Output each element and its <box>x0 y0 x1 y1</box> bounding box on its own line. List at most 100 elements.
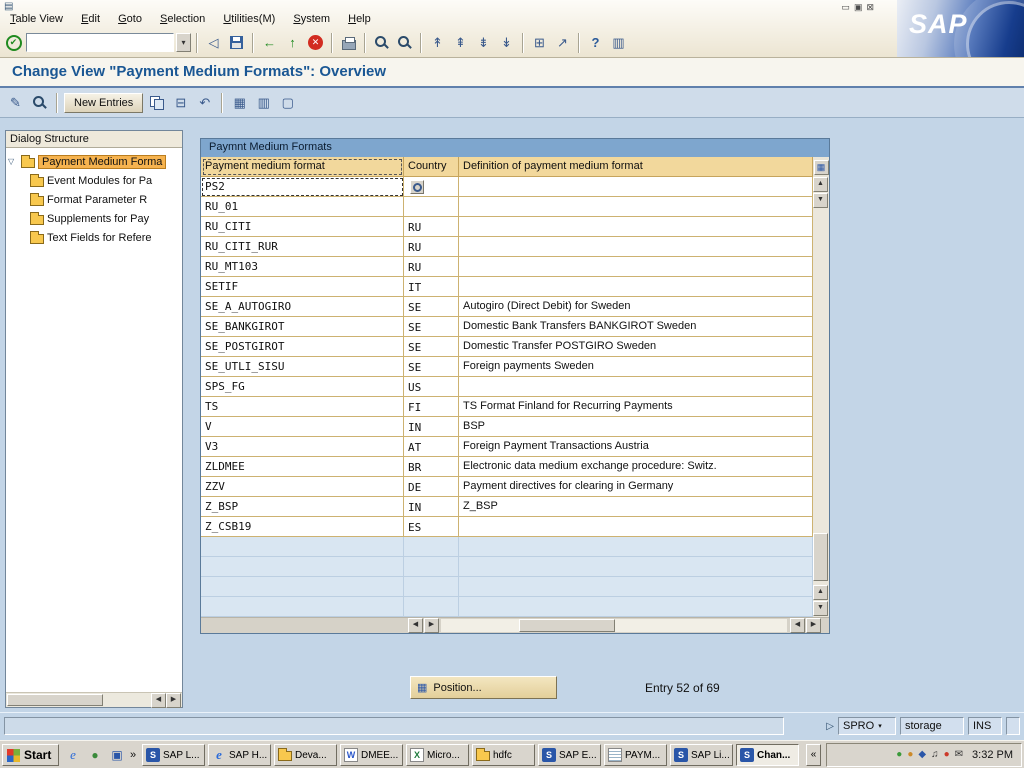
help-icon[interactable]: ? <box>585 32 606 53</box>
quick-launch-ie-icon[interactable]: e <box>64 746 82 764</box>
menu-table-view[interactable]: Table View <box>10 13 63 25</box>
definition-cell[interactable] <box>459 237 813 257</box>
table-horizontal-scrollbar[interactable]: ◀ ▶ ◀ ▶ <box>201 617 829 633</box>
country-cell[interactable]: SE <box>404 337 459 357</box>
tree-item-label[interactable]: Format Parameter R <box>47 194 147 206</box>
country-cell[interactable]: RU <box>404 257 459 277</box>
tree-root-label[interactable]: Payment Medium Forma <box>38 155 166 169</box>
select-block-icon[interactable]: ▥ <box>253 92 274 113</box>
definition-cell[interactable] <box>459 277 813 297</box>
definition-cell[interactable]: Autogiro (Direct Debit) for Sweden <box>459 297 813 317</box>
definition-cell[interactable] <box>459 257 813 277</box>
save-icon[interactable] <box>230 36 243 49</box>
toggle-display-change-icon[interactable]: ✎ <box>5 92 26 113</box>
definition-cell[interactable] <box>459 217 813 237</box>
format-cell[interactable]: RU_01 <box>201 197 404 217</box>
exit-icon[interactable]: ↑ <box>282 32 303 53</box>
scroll-down-icon[interactable]: ▼ <box>813 601 828 616</box>
page-down-icon[interactable]: ⇟ <box>473 32 494 53</box>
menu-utilities[interactable]: Utilities(M) <box>223 13 275 25</box>
table-vertical-scrollbar[interactable]: ▲ ▼ ▲ ▼ <box>813 177 829 617</box>
country-cell[interactable]: DE <box>404 477 459 497</box>
first-page-icon[interactable]: ↟ <box>427 32 448 53</box>
country-cell[interactable]: SE <box>404 297 459 317</box>
customize-layout-icon[interactable]: ▥ <box>608 32 629 53</box>
tray-antivirus-icon[interactable]: ● <box>907 749 913 761</box>
country-cell[interactable]: SE <box>404 357 459 377</box>
taskbar-collapse-icon[interactable]: « <box>806 744 821 766</box>
column-header-format[interactable]: Payment medium format <box>201 157 404 177</box>
format-cell[interactable]: SE_BANKGIROT <box>201 317 404 337</box>
scroll-left-icon[interactable]: ◀ <box>151 693 166 708</box>
column-header-definition[interactable]: Definition of payment medium format <box>459 157 813 177</box>
command-dropdown-icon[interactable]: ▾ <box>176 33 191 52</box>
format-cell[interactable]: V3 <box>201 437 404 457</box>
task-button-sap-list[interactable]: S SAP Li... <box>670 744 733 766</box>
find-next-icon[interactable] <box>398 36 411 49</box>
back-icon[interactable]: ← <box>259 32 280 53</box>
system-menu-icon[interactable]: ▤ <box>4 1 13 12</box>
country-cell[interactable] <box>404 197 459 217</box>
country-cell[interactable]: IN <box>404 417 459 437</box>
definition-cell[interactable]: BSP <box>459 417 813 437</box>
country-cell[interactable]: FI <box>404 397 459 417</box>
menu-edit[interactable]: Edit <box>81 13 100 25</box>
tree-item-supplements[interactable]: Supplements for Pay <box>30 209 180 228</box>
format-cell[interactable]: TS <box>201 397 404 417</box>
format-cell[interactable]: ZLDMEE <box>201 457 404 477</box>
country-cell[interactable]: RU <box>404 217 459 237</box>
tray-network-icon[interactable]: ◆ <box>918 749 926 761</box>
possible-entries-icon[interactable] <box>410 180 424 194</box>
task-button-hdfc-folder[interactable]: hdfc <box>472 744 535 766</box>
task-button-word[interactable]: W DMEE... <box>340 744 403 766</box>
scroll-right-icon[interactable]: ▶ <box>166 693 181 708</box>
scroll-right-icon[interactable]: ▶ <box>424 618 439 633</box>
tree-item-event-modules[interactable]: Event Modules for Pa <box>30 171 180 190</box>
quick-launch-messenger-icon[interactable]: ● <box>86 746 104 764</box>
definition-cell[interactable]: Foreign Payment Transactions Austria <box>459 437 813 457</box>
tree-item-label[interactable]: Supplements for Pay <box>47 213 149 225</box>
menu-goto[interactable]: Goto <box>118 13 142 25</box>
chevron-down-icon[interactable]: ▾ <box>878 722 882 730</box>
format-cell[interactable]: SPS_FG <box>201 377 404 397</box>
last-page-icon[interactable]: ↡ <box>496 32 517 53</box>
tree-item-format-parameters[interactable]: Format Parameter R <box>30 190 180 209</box>
scroll-down-icon[interactable]: ▼ <box>813 193 828 208</box>
country-cell[interactable]: IT <box>404 277 459 297</box>
new-entries-button[interactable]: New Entries <box>64 93 143 113</box>
country-cell[interactable]: RU <box>404 237 459 257</box>
tree-item-text-fields[interactable]: Text Fields for Refere <box>30 228 180 247</box>
tray-volume-icon[interactable]: ♫ <box>931 749 939 761</box>
menu-selection[interactable]: Selection <box>160 13 205 25</box>
column-header-country[interactable]: Country <box>404 157 459 177</box>
definition-cell[interactable] <box>459 377 813 397</box>
restore-icon[interactable]: ▣ <box>854 2 863 12</box>
enter-icon[interactable]: ✔ <box>6 35 22 51</box>
scrollbar-thumb[interactable] <box>7 694 103 706</box>
performance-arrow-icon[interactable]: ▷ <box>826 721 834 732</box>
country-cell[interactable]: AT <box>404 437 459 457</box>
format-cell[interactable]: RU_CITI <box>201 217 404 237</box>
format-cell[interactable]: Z_BSP <box>201 497 404 517</box>
format-cell[interactable]: SE_UTLI_SISU <box>201 357 404 377</box>
new-session-icon[interactable]: ⊞ <box>529 32 550 53</box>
format-cell[interactable]: RU_MT103 <box>201 257 404 277</box>
format-cell[interactable]: Z_CSB19 <box>201 517 404 537</box>
country-cell[interactable] <box>404 177 459 197</box>
tray-messenger-icon[interactable]: ● <box>896 749 902 761</box>
scrollbar-thumb[interactable] <box>519 619 615 632</box>
scrollbar-thumb[interactable] <box>813 533 828 581</box>
definition-cell[interactable]: Foreign payments Sweden <box>459 357 813 377</box>
task-button-excel[interactable]: X Micro... <box>406 744 469 766</box>
task-button-sap-easy-access[interactable]: S SAP E... <box>538 744 601 766</box>
panel-horizontal-scrollbar[interactable]: ◀ ▶ <box>6 692 182 707</box>
task-button-change-view-active[interactable]: S Chan... <box>736 744 799 766</box>
tree-root-payment-medium-formats[interactable]: ▽ Payment Medium Forma <box>8 152 180 171</box>
scrollbar-track[interactable] <box>441 619 787 632</box>
task-button-sap-help[interactable]: e SAP H... <box>208 744 271 766</box>
country-cell[interactable]: US <box>404 377 459 397</box>
country-cell[interactable]: BR <box>404 457 459 477</box>
definition-cell[interactable]: Z_BSP <box>459 497 813 517</box>
format-cell[interactable]: SETIF <box>201 277 404 297</box>
definition-cell[interactable]: Payment directives for clearing in Germa… <box>459 477 813 497</box>
